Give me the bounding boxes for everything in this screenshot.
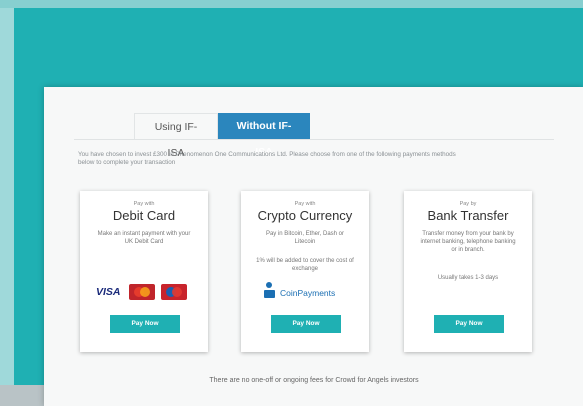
card-note: Usually takes 1-3 days: [437, 275, 499, 281]
left-frame: [0, 8, 14, 406]
bank-pay-now-button[interactable]: Pay Now: [434, 315, 504, 333]
visa-logo: VISA: [96, 286, 121, 298]
card-title: Debit Card: [112, 208, 176, 223]
debit-pay-now-button[interactable]: Pay Now: [110, 315, 180, 333]
footer-text: There are no one-off or ongoing fees for…: [209, 377, 419, 384]
mastercard-icon: [128, 284, 155, 300]
maestro-icon: [160, 284, 187, 300]
bank-transfer-option: Pay by Bank Transfer Transfer money from…: [404, 191, 532, 352]
card-description: Transfer money from your bank by interne…: [420, 231, 516, 253]
card-note: 1% will be added to cover the cost of ex…: [256, 258, 354, 272]
coinpayments-logo: CoinPayments: [263, 282, 335, 298]
intro-text: You have chosen to invest £300 in Phenom…: [78, 151, 456, 166]
coinpayments-icon: [263, 282, 276, 298]
tab-without-if-isa[interactable]: Without IF-ISA: [218, 113, 310, 158]
card-description: Make an instant payment with your UK Deb…: [97, 231, 191, 245]
top-frame: [0, 0, 583, 8]
tab-divider: [74, 139, 554, 140]
tab-using-if-isa[interactable]: Using IF-ISA: [134, 113, 218, 159]
crypto-pay-now-button[interactable]: Pay Now: [271, 315, 341, 333]
card-title: Bank Transfer: [427, 208, 509, 223]
card-pre-label: Pay with: [294, 201, 316, 207]
crypto-option: Pay with Crypto Currency Pay in Bitcoin,…: [241, 191, 369, 352]
coinpayments-text: CoinPayments: [280, 288, 336, 298]
card-logos: VISA: [96, 284, 187, 300]
payment-panel: Using IF-ISA Without IF-ISA You have cho…: [44, 87, 583, 406]
tab-bar: Using IF-ISA Without IF-ISA: [134, 113, 310, 159]
card-pre-label: Pay by: [459, 201, 477, 207]
card-title: Crypto Currency: [257, 208, 353, 223]
card-pre-label: Pay with: [133, 201, 155, 207]
debit-card-option: Pay with Debit Card Make an instant paym…: [80, 191, 208, 352]
card-description: Pay in Bitcoin, Ether, Dash or Litecoin: [265, 231, 345, 245]
